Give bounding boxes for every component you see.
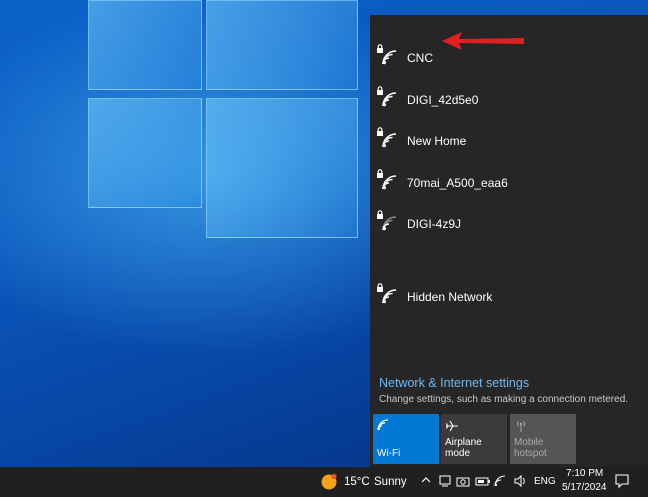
network-item-70mai[interactable]: 70mai_A500_eaa6 <box>370 157 648 197</box>
wifi-lock-icon <box>376 283 400 305</box>
weather-temperature[interactable]: 15°C <box>344 476 370 488</box>
sun-icon[interactable] <box>320 473 338 491</box>
volume-icon[interactable] <box>513 474 527 491</box>
wifi-lock-icon <box>376 210 400 232</box>
network-name: New Home <box>407 134 467 148</box>
tile-label-line: Mobile <box>514 437 544 448</box>
language-indicator[interactable]: ENG <box>534 476 556 487</box>
window-pane <box>88 0 202 90</box>
hotspot-icon <box>514 419 528 436</box>
network-item-digi-42d5e0[interactable]: DIGI_42d5e0 <box>370 74 648 114</box>
tile-label: Mobile hotspot <box>514 437 547 459</box>
taskbar: 15°C Sunny ENG 7:10 PM 5/17/2024 <box>0 467 648 497</box>
airplane-mode-tile[interactable]: Airplane mode <box>441 414 507 464</box>
network-item-new-home[interactable]: New Home <box>370 115 648 155</box>
network-name: DIGI-4z9J <box>407 217 462 231</box>
camera-icon[interactable] <box>456 474 470 491</box>
chevron-up-icon[interactable] <box>420 473 432 490</box>
network-drive-icon[interactable] <box>438 474 452 491</box>
wifi-lock-icon <box>376 169 400 191</box>
tile-label-line: hotspot <box>514 448 547 459</box>
airplane-icon <box>445 419 459 436</box>
network-name: DIGI_42d5e0 <box>407 93 479 107</box>
wifi-icon <box>377 419 391 434</box>
network-item-hidden[interactable]: Hidden Network <box>370 271 648 311</box>
clock-date[interactable]: 5/17/2024 <box>562 482 607 493</box>
wifi-lock-icon <box>376 86 400 108</box>
wifi-lock-icon <box>376 44 400 66</box>
window-pane <box>206 98 358 238</box>
wifi-toggle-tile[interactable]: Wi-Fi <box>373 414 439 464</box>
network-flyout: CNC DIGI_42d5e0 New Home 70mai_A500_eaa6… <box>370 15 648 467</box>
network-name: Hidden Network <box>407 290 493 304</box>
network-name: 70mai_A500_eaa6 <box>407 176 508 190</box>
weather-condition[interactable]: Sunny <box>374 476 407 488</box>
wifi-tray-icon[interactable] <box>494 474 508 491</box>
wifi-lock-icon <box>376 127 400 149</box>
window-pane <box>206 0 358 90</box>
network-item-digi-4z9j[interactable]: DIGI-4z9J <box>370 198 648 238</box>
mobile-hotspot-tile[interactable]: Mobile hotspot <box>510 414 576 464</box>
red-arrow-annotation <box>442 32 524 50</box>
network-settings-description: Change settings, such as making a connec… <box>379 394 629 405</box>
window-pane <box>88 98 202 208</box>
network-settings-link[interactable]: Network & Internet settings <box>379 376 529 390</box>
tile-label: Airplane mode <box>445 437 482 459</box>
clock-time[interactable]: 7:10 PM <box>566 468 603 479</box>
action-center-icon[interactable] <box>614 473 630 494</box>
battery-icon[interactable] <box>475 474 491 491</box>
network-name: CNC <box>407 51 433 65</box>
tile-label: Wi-Fi <box>377 448 401 459</box>
